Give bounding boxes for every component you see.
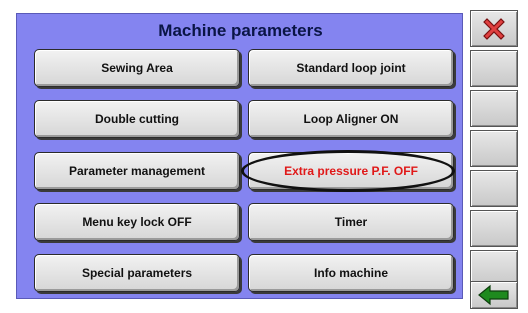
standard-loop-joint-button[interactable]: Standard loop joint — [248, 49, 454, 87]
extra-pressure-button[interactable]: Extra pressure P.F. OFF — [248, 152, 454, 190]
close-icon — [483, 18, 505, 40]
sewing-area-button[interactable]: Sewing Area — [34, 49, 240, 87]
back-arrow-icon — [478, 284, 509, 306]
back-button[interactable] — [470, 281, 518, 309]
side-key-2[interactable] — [470, 90, 518, 127]
close-button[interactable] — [470, 10, 518, 47]
menu-key-lock-button[interactable]: Menu key lock OFF — [34, 203, 240, 241]
parameter-management-button[interactable]: Parameter management — [34, 152, 240, 190]
double-cutting-button[interactable]: Double cutting — [34, 100, 240, 138]
info-machine-button[interactable]: Info machine — [248, 254, 454, 292]
side-key-1[interactable] — [470, 50, 518, 87]
parameters-panel: Machine parameters Sewing Area Standard … — [16, 13, 463, 299]
side-key-4[interactable] — [470, 170, 518, 207]
side-key-3[interactable] — [470, 130, 518, 167]
special-parameters-button[interactable]: Special parameters — [34, 254, 240, 292]
timer-button[interactable]: Timer — [248, 203, 454, 241]
loop-aligner-button[interactable]: Loop Aligner ON — [248, 100, 454, 138]
side-key-5[interactable] — [470, 210, 518, 247]
page-title: Machine parameters — [158, 21, 323, 40]
